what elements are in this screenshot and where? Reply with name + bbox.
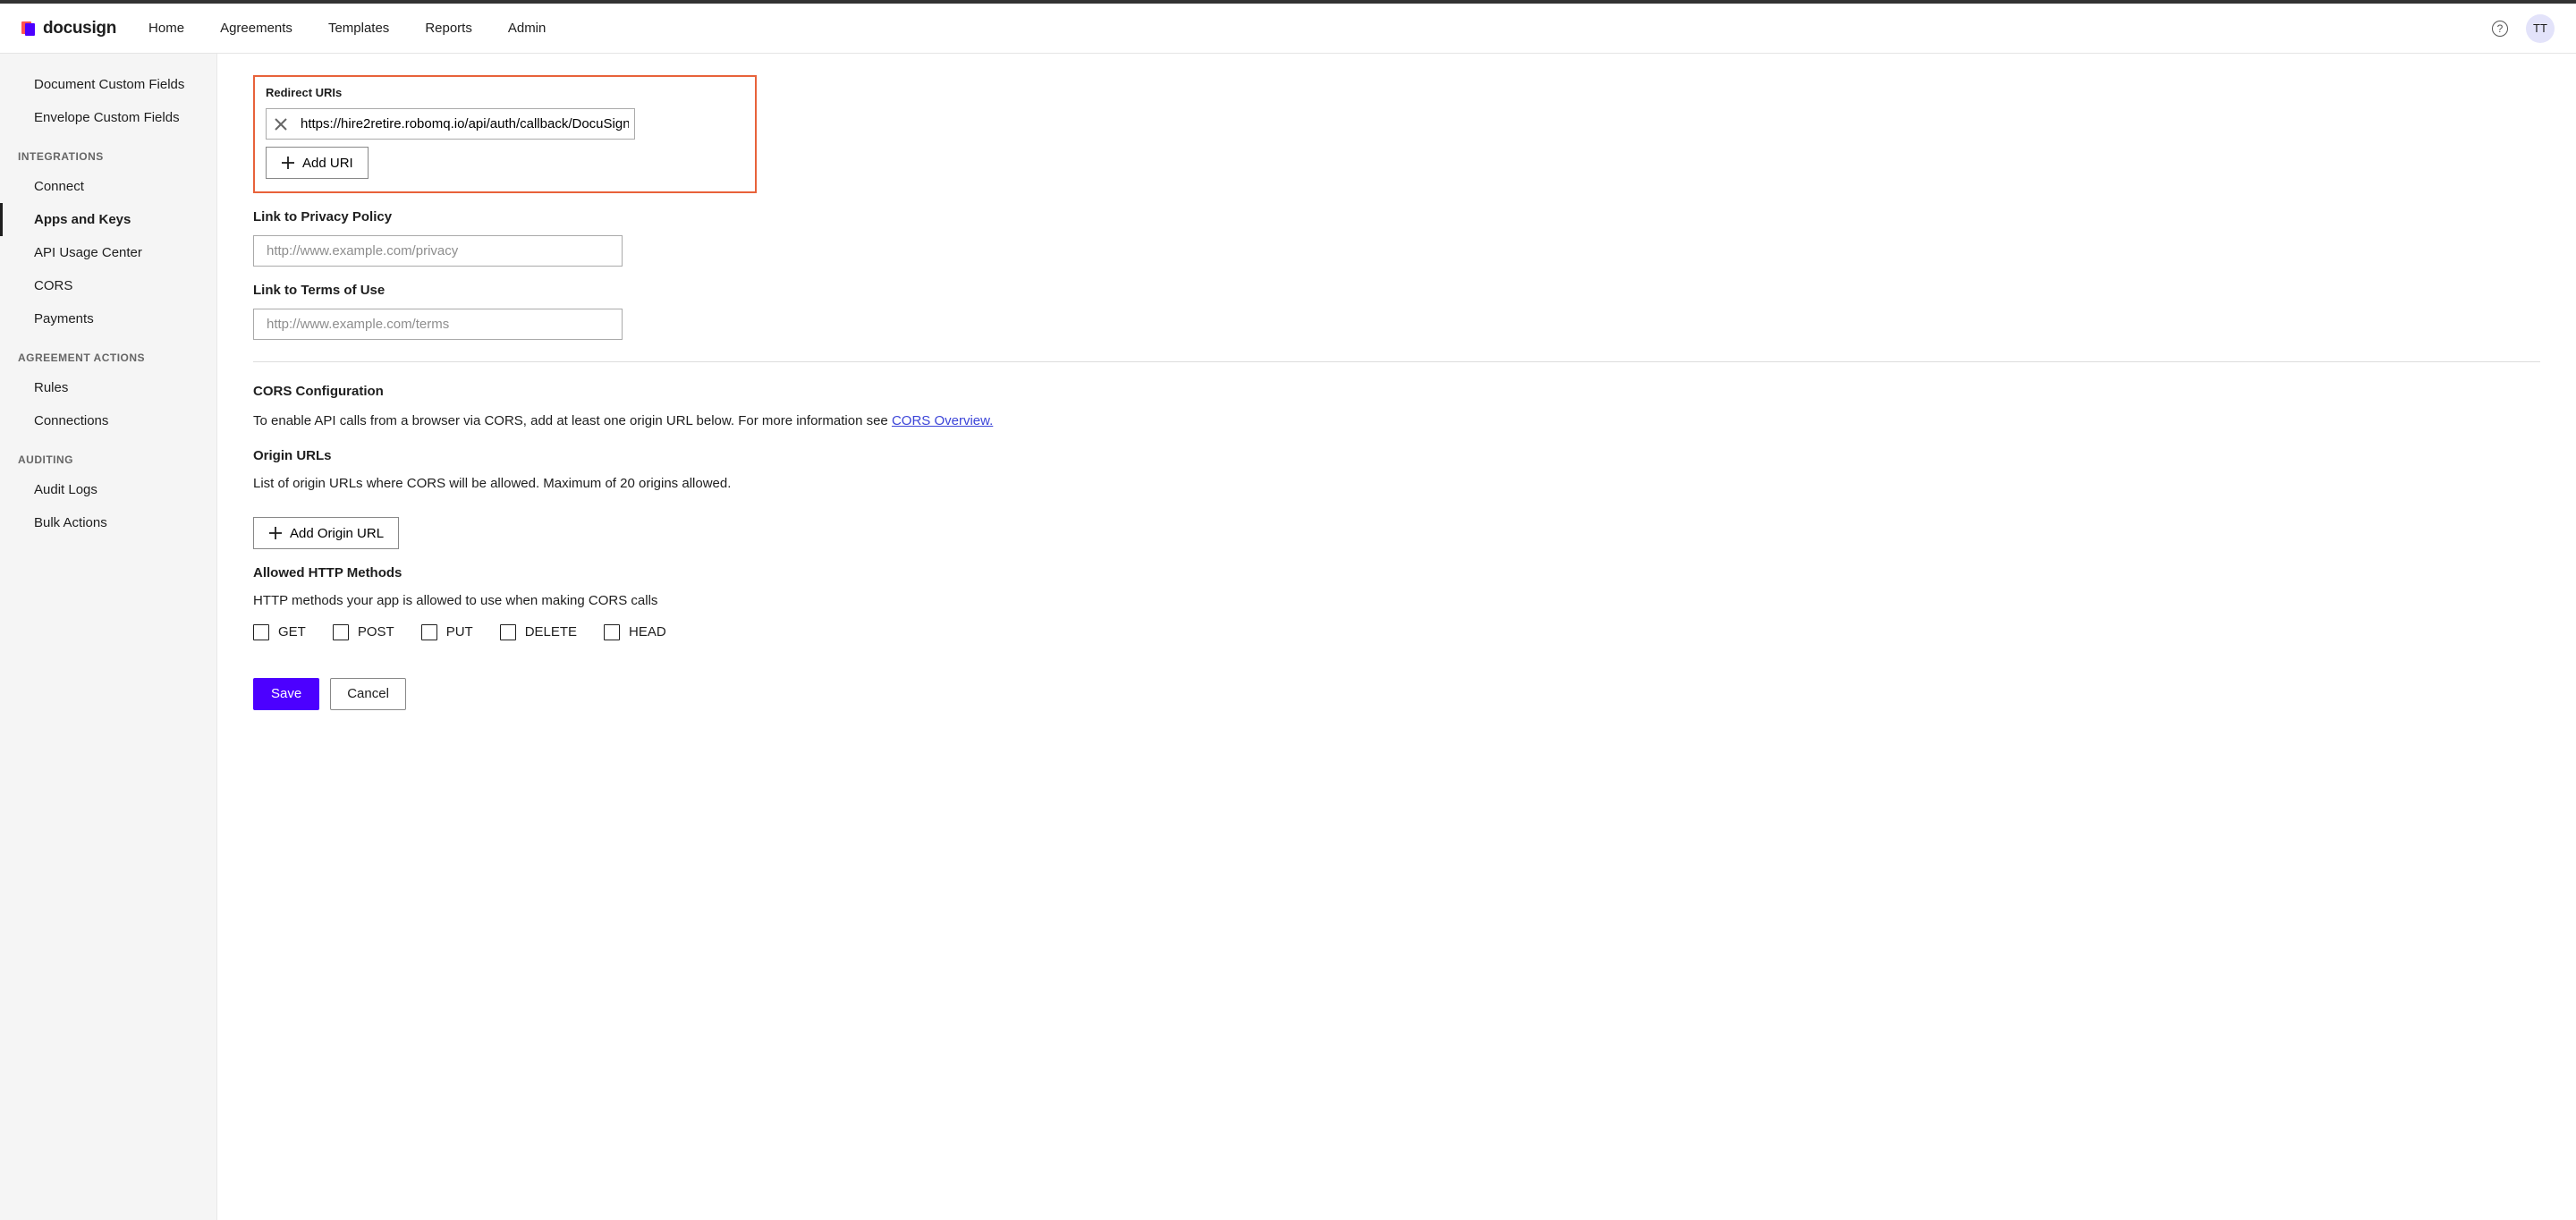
- logo-text: docusign: [43, 19, 116, 38]
- checkbox-icon: [333, 624, 349, 640]
- checkbox-post[interactable]: POST: [333, 624, 394, 640]
- checkbox-get-label: GET: [278, 624, 306, 640]
- checkbox-icon: [500, 624, 516, 640]
- sidebar-item-envelope-custom-fields[interactable]: Envelope Custom Fields: [0, 101, 216, 134]
- main-content: Redirect URIs Add URI Link to Privacy Po…: [217, 54, 2576, 1220]
- sidebar-item-document-custom-fields[interactable]: Document Custom Fields: [0, 68, 216, 101]
- avatar[interactable]: TT: [2526, 14, 2555, 43]
- sidebar-item-payments[interactable]: Payments: [0, 302, 216, 335]
- nav-reports[interactable]: Reports: [425, 21, 472, 36]
- checkbox-delete[interactable]: DELETE: [500, 624, 577, 640]
- cors-config-title: CORS Configuration: [253, 384, 2540, 399]
- add-origin-url-label: Add Origin URL: [290, 526, 384, 541]
- checkbox-icon: [421, 624, 437, 640]
- redirect-uris-label: Redirect URIs: [266, 86, 744, 99]
- terms-label: Link to Terms of Use: [253, 283, 2540, 298]
- nav-agreements[interactable]: Agreements: [220, 21, 292, 36]
- allowed-methods-desc: HTTP methods your app is allowed to use …: [253, 591, 2540, 612]
- sidebar: Document Custom Fields Envelope Custom F…: [0, 54, 217, 1220]
- privacy-policy-input[interactable]: [253, 235, 623, 267]
- redirect-uri-row: [266, 108, 635, 140]
- divider: [253, 361, 2540, 362]
- add-uri-button[interactable]: Add URI: [266, 147, 369, 179]
- checkbox-put-label: PUT: [446, 624, 473, 640]
- sidebar-item-api-usage-center[interactable]: API Usage Center: [0, 236, 216, 269]
- sidebar-item-connect[interactable]: Connect: [0, 170, 216, 203]
- nav-templates[interactable]: Templates: [328, 21, 389, 36]
- checkbox-get[interactable]: GET: [253, 624, 306, 640]
- sidebar-item-rules[interactable]: Rules: [0, 371, 216, 404]
- terms-input[interactable]: [253, 309, 623, 340]
- http-methods-row: GET POST PUT DELETE HEAD: [253, 624, 2540, 640]
- sidebar-item-audit-logs[interactable]: Audit Logs: [0, 473, 216, 506]
- privacy-policy-field: Link to Privacy Policy: [253, 209, 2540, 267]
- logo[interactable]: docusign: [21, 19, 116, 38]
- checkbox-icon: [604, 624, 620, 640]
- save-button[interactable]: Save: [253, 678, 319, 710]
- cors-overview-link[interactable]: CORS Overview.: [892, 413, 993, 428]
- checkbox-post-label: POST: [358, 624, 394, 640]
- checkbox-put[interactable]: PUT: [421, 624, 473, 640]
- sidebar-heading-auditing: AUDITING: [0, 437, 216, 473]
- cors-desc-text: To enable API calls from a browser via C…: [253, 413, 892, 428]
- redirect-uri-input[interactable]: [295, 109, 634, 139]
- checkbox-delete-label: DELETE: [525, 624, 577, 640]
- cancel-button[interactable]: Cancel: [330, 678, 406, 710]
- logo-icon: [21, 21, 38, 37]
- allowed-methods-title: Allowed HTTP Methods: [253, 565, 2540, 580]
- sidebar-item-apps-and-keys[interactable]: Apps and Keys: [0, 203, 216, 236]
- checkbox-icon: [253, 624, 269, 640]
- sidebar-item-cors[interactable]: CORS: [0, 269, 216, 302]
- main-nav: Home Agreements Templates Reports Admin: [148, 21, 546, 36]
- cors-description: To enable API calls from a browser via C…: [253, 411, 2540, 432]
- sidebar-item-bulk-actions[interactable]: Bulk Actions: [0, 506, 216, 539]
- help-icon[interactable]: ?: [2492, 21, 2508, 37]
- redirect-uris-section: Redirect URIs Add URI: [253, 75, 757, 193]
- terms-field: Link to Terms of Use: [253, 283, 2540, 340]
- checkbox-head-label: HEAD: [629, 624, 666, 640]
- sidebar-heading-agreement-actions: AGREEMENT ACTIONS: [0, 335, 216, 371]
- nav-admin[interactable]: Admin: [508, 21, 547, 36]
- close-icon: [275, 118, 287, 131]
- origin-urls-desc: List of origin URLs where CORS will be a…: [253, 474, 2540, 495]
- plus-icon: [268, 526, 283, 540]
- checkbox-head[interactable]: HEAD: [604, 624, 666, 640]
- privacy-policy-label: Link to Privacy Policy: [253, 209, 2540, 225]
- origin-urls-title: Origin URLs: [253, 448, 2540, 463]
- sidebar-heading-integrations: INTEGRATIONS: [0, 134, 216, 170]
- add-origin-url-button[interactable]: Add Origin URL: [253, 517, 399, 549]
- nav-home[interactable]: Home: [148, 21, 184, 36]
- plus-icon: [281, 156, 295, 170]
- remove-uri-button[interactable]: [267, 109, 295, 139]
- add-uri-label: Add URI: [302, 156, 353, 171]
- form-actions: Save Cancel: [253, 678, 2540, 710]
- sidebar-item-connections[interactable]: Connections: [0, 404, 216, 437]
- app-header: docusign Home Agreements Templates Repor…: [0, 4, 2576, 54]
